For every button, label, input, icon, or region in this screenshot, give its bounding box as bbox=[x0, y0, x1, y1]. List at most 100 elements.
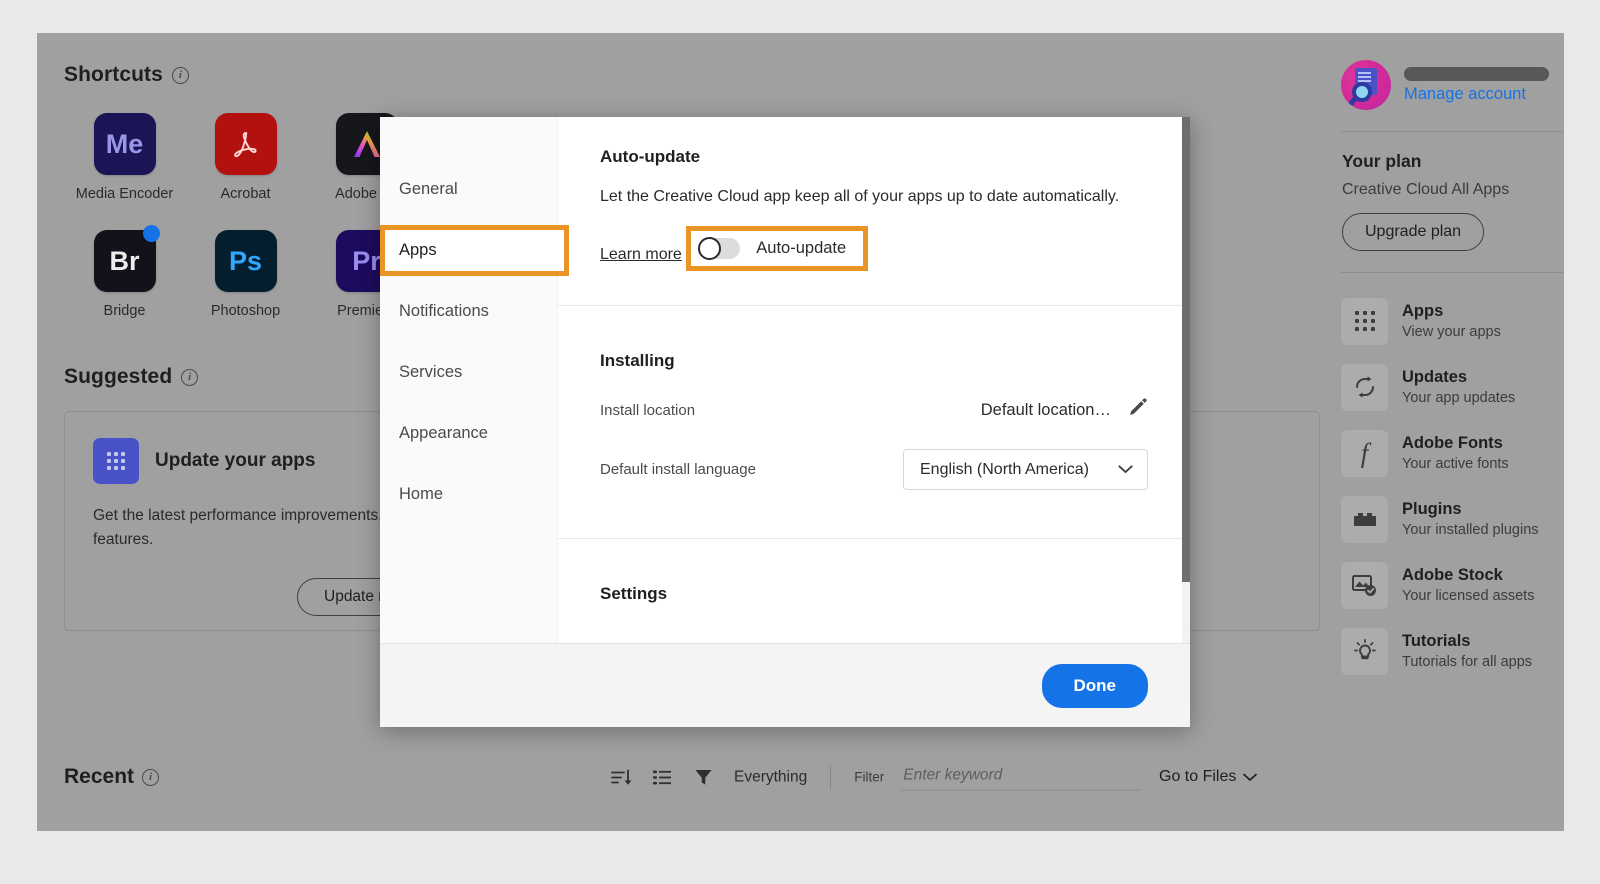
sidebar-item-title: Apps bbox=[1402, 302, 1444, 320]
autoupdate-toggle-row[interactable]: Auto-update bbox=[686, 226, 869, 272]
sidebar-divider bbox=[1341, 272, 1563, 273]
recent-toolbar-controls: Everything Filter bbox=[609, 763, 1142, 791]
installing-section: Installing Install location Default loca… bbox=[558, 306, 1190, 538]
settings-title: Settings bbox=[600, 584, 668, 604]
sidebar-item-adobe-stock[interactable]: Adobe Stock Your licensed assets bbox=[1341, 552, 1564, 618]
tab-label: Home bbox=[399, 485, 444, 503]
tab-services[interactable]: Services bbox=[380, 342, 557, 403]
sidebar-item-plugins[interactable]: Plugins Your installed plugins bbox=[1341, 486, 1564, 552]
install-language-select[interactable]: English (North America) bbox=[903, 449, 1148, 491]
plan-block: Your plan Creative Cloud All Apps Upgrad… bbox=[1339, 132, 1564, 251]
sidebar-item-updates[interactable]: Updates Your app updates bbox=[1341, 354, 1564, 420]
tab-appearance[interactable]: Appearance bbox=[380, 403, 557, 464]
acrobat-icon[interactable] bbox=[214, 113, 277, 175]
autoupdate-toggle-label: Auto-update bbox=[756, 239, 847, 258]
preferences-footer: Done bbox=[380, 643, 1190, 727]
avatar-lens-shape bbox=[1352, 82, 1372, 102]
go-to-files-label: Go to Files bbox=[1159, 768, 1237, 785]
tab-home[interactable]: Home bbox=[380, 464, 557, 525]
install-language-row: Default install language English (North … bbox=[600, 449, 1148, 491]
suggested-card-title: Update your apps bbox=[155, 450, 316, 471]
manage-account-link[interactable]: Manage account bbox=[1404, 85, 1549, 104]
font-f-icon: f bbox=[1341, 429, 1388, 477]
install-language-value: English (North America) bbox=[920, 460, 1089, 478]
preferences-scroll-area: Auto-update Let the Creative Cloud app k… bbox=[558, 117, 1190, 643]
plugin-brick-icon bbox=[1341, 495, 1388, 543]
media-encoder-icon[interactable]: Me bbox=[93, 113, 156, 175]
acrobat-glyph bbox=[233, 132, 257, 158]
toggle-knob bbox=[698, 237, 722, 261]
sidebar-item-sub: Your licensed assets bbox=[1402, 588, 1535, 604]
preferences-dialog: General Apps Notifications Services Appe… bbox=[380, 117, 1190, 727]
tab-label: General bbox=[399, 180, 458, 198]
apps-grid-icon bbox=[93, 438, 139, 484]
sidebar-item-sub: Tutorials for all apps bbox=[1402, 654, 1533, 670]
sort-descending-icon[interactable] bbox=[609, 766, 633, 788]
dot-grid bbox=[107, 452, 125, 470]
tab-general[interactable]: General bbox=[380, 159, 557, 220]
bridge-icon[interactable]: Br bbox=[93, 225, 160, 292]
scrollbar-thumb[interactable] bbox=[1182, 117, 1190, 582]
photoshop-icon[interactable]: Ps bbox=[214, 230, 277, 292]
go-to-files-button[interactable]: Go to Files bbox=[1159, 768, 1258, 786]
shortcut-media-encoder[interactable]: Me Media Encoder bbox=[64, 113, 185, 202]
sidebar-item-text: Apps View your apps bbox=[1402, 302, 1501, 340]
sidebar-item-sub: Your installed plugins bbox=[1402, 522, 1539, 538]
done-button[interactable]: Done bbox=[1041, 663, 1148, 708]
right-sidebar: Manage account Your plan Creative Cloud … bbox=[1337, 60, 1564, 760]
tab-notifications[interactable]: Notifications bbox=[380, 281, 557, 342]
lightbulb-icon bbox=[1341, 627, 1388, 675]
account-details: Manage account bbox=[1404, 66, 1549, 104]
settings-section: Settings bbox=[558, 539, 1190, 604]
user-avatar[interactable] bbox=[1341, 60, 1391, 110]
sidebar-item-tutorials[interactable]: Tutorials Tutorials for all apps bbox=[1341, 618, 1564, 684]
update-badge-dot bbox=[142, 225, 160, 242]
sidebar-item-title: Adobe Stock bbox=[1402, 566, 1503, 584]
tab-label: Appearance bbox=[399, 424, 488, 442]
upgrade-plan-button[interactable]: Upgrade plan bbox=[1342, 213, 1485, 251]
chevron-down-icon bbox=[1243, 773, 1258, 781]
info-icon[interactable]: i bbox=[142, 768, 160, 786]
sidebar-item-apps[interactable]: Apps View your apps bbox=[1341, 288, 1564, 354]
shortcuts-title: Shortcuts bbox=[64, 63, 163, 86]
tab-apps[interactable]: Apps bbox=[380, 220, 569, 281]
shortcuts-heading: Shortcuts i bbox=[64, 63, 1334, 87]
plan-name: Creative Cloud All Apps bbox=[1342, 181, 1510, 198]
info-icon[interactable]: i bbox=[181, 368, 199, 386]
sidebar-item-sub: Your app updates bbox=[1402, 390, 1516, 406]
shortcut-bridge[interactable]: Br Bridge bbox=[64, 225, 185, 319]
learn-more-link[interactable]: Learn more bbox=[600, 246, 682, 264]
sidebar-item-text: Updates Your app updates bbox=[1402, 368, 1515, 406]
sidebar-item-text: Adobe Fonts Your active fonts bbox=[1402, 434, 1509, 472]
install-location-label: Install location bbox=[600, 401, 696, 419]
filter-label: Filter bbox=[854, 769, 885, 785]
shortcut-label: Bridge bbox=[103, 303, 146, 319]
install-language-label: Default install language bbox=[600, 461, 756, 479]
preferences-panel: Auto-update Let the Creative Cloud app k… bbox=[558, 117, 1190, 643]
sidebar-item-text: Plugins Your installed plugins bbox=[1402, 500, 1539, 538]
tab-label: Apps bbox=[399, 241, 437, 259]
install-location-value-group: Default location… bbox=[981, 397, 1148, 423]
everything-filter-label[interactable]: Everything bbox=[734, 768, 807, 786]
install-location-row: Install location Default location… bbox=[600, 397, 1148, 423]
account-row[interactable]: Manage account bbox=[1339, 60, 1564, 110]
sidebar-item-title: Updates bbox=[1402, 368, 1468, 386]
recent-heading: Recent i bbox=[64, 765, 160, 789]
recent-title: Recent bbox=[64, 765, 135, 788]
shortcut-photoshop[interactable]: Ps Photoshop bbox=[185, 230, 306, 319]
sidebar-item-sub: Your active fonts bbox=[1402, 456, 1509, 472]
list-view-icon[interactable] bbox=[650, 766, 674, 788]
apps-grid-icon bbox=[1341, 297, 1388, 345]
filter-input[interactable] bbox=[901, 763, 1142, 791]
shortcut-label: Photoshop bbox=[210, 303, 281, 319]
info-icon[interactable]: i bbox=[171, 66, 189, 84]
sidebar-item-text: Tutorials Tutorials for all apps bbox=[1402, 632, 1532, 670]
preferences-dialog-body: General Apps Notifications Services Appe… bbox=[380, 117, 1190, 643]
scrollbar-track[interactable] bbox=[1182, 117, 1190, 643]
pencil-icon[interactable] bbox=[1127, 397, 1148, 423]
shortcut-acrobat[interactable]: Acrobat bbox=[185, 113, 306, 202]
recent-toolbar: Recent i Everything Filter Enter keyword… bbox=[64, 751, 1334, 803]
sidebar-item-adobe-fonts[interactable]: f Adobe Fonts Your active fonts bbox=[1341, 420, 1564, 486]
funnel-icon[interactable] bbox=[691, 766, 715, 788]
autoupdate-toggle[interactable] bbox=[698, 237, 741, 261]
